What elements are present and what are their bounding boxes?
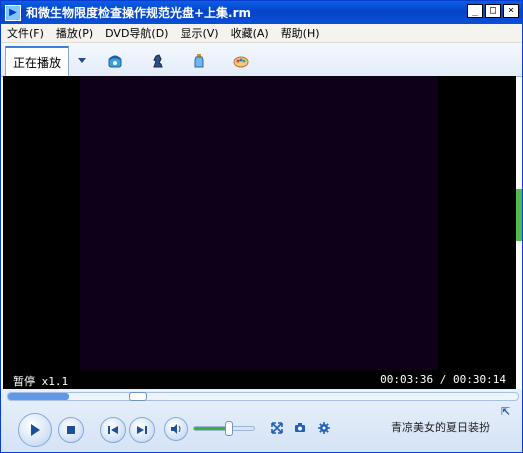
mini-mode-icon[interactable]: ⇱	[501, 405, 510, 418]
menu-bar: 文件(F) 播放(P) DVD导航(D) 显示(V) 收藏(A) 帮助(H)	[1, 24, 522, 43]
time-separator: /	[439, 373, 447, 386]
chess-knight-icon[interactable]	[150, 53, 166, 69]
seek-bar[interactable]	[7, 392, 519, 401]
mute-button[interactable]	[164, 417, 188, 441]
volume-thumb[interactable]	[225, 421, 233, 436]
current-time: 00:03:36	[380, 373, 434, 386]
menu-view[interactable]: 显示(V)	[174, 25, 224, 41]
speed-label: x1.1	[41, 375, 69, 388]
stop-icon	[67, 426, 75, 434]
close-button[interactable]: ×	[503, 4, 519, 18]
title-bar[interactable]: ▶ 和微生物限度检查操作规范光盘+上集.rm _ □ ×	[1, 1, 522, 24]
play-button[interactable]	[18, 413, 52, 447]
minimize-button[interactable]: _	[467, 4, 483, 18]
volume-slider[interactable]	[193, 421, 255, 436]
speaker-icon	[171, 424, 181, 434]
status-bar: 暂停 x1.1 00:03:36 / 00:30:14	[3, 370, 516, 389]
seek-thumb[interactable]	[129, 392, 147, 401]
menu-help[interactable]: 帮助(H)	[275, 25, 326, 41]
video-area[interactable]	[3, 76, 516, 370]
tab-dropdown-icon[interactable]	[78, 58, 86, 63]
tab-bar: 正在播放	[1, 43, 522, 77]
app-icon: ▶	[5, 4, 21, 21]
window-controls: _ □ ×	[467, 4, 519, 18]
menu-play[interactable]: 播放(P)	[50, 25, 99, 41]
now-playing-text: 青凉美女的夏日装扮	[391, 421, 490, 434]
phone-icon[interactable]	[107, 53, 123, 69]
state-label: 暂停	[13, 375, 35, 388]
camera-icon[interactable]	[294, 422, 306, 434]
playback-state: 暂停 x1.1	[13, 373, 68, 389]
window-title: 和微生物限度检查操作规范光盘+上集.rm	[26, 6, 252, 20]
menu-favorites[interactable]: 收藏(A)	[225, 25, 275, 41]
palette-icon[interactable]	[233, 53, 249, 69]
maximize-button[interactable]: □	[485, 4, 501, 18]
volume-level	[194, 427, 229, 430]
seek-progress	[8, 393, 69, 400]
menu-file[interactable]: 文件(F)	[1, 25, 50, 41]
side-panel-toggle[interactable]	[516, 189, 522, 241]
video-frame	[80, 76, 438, 370]
stop-button[interactable]	[58, 417, 84, 443]
control-panel: ⇱ 青凉美女的夏日装扮	[1, 389, 522, 452]
previous-button[interactable]	[100, 417, 126, 443]
next-button[interactable]	[129, 417, 155, 443]
total-time: 00:30:14	[453, 373, 506, 386]
time-display: 00:03:36 / 00:30:14	[380, 373, 506, 386]
menu-dvd-navigation[interactable]: DVD导航(D)	[99, 25, 174, 41]
tab-now-playing[interactable]: 正在播放	[5, 46, 69, 77]
play-icon	[31, 424, 40, 436]
player-window: ▶ 和微生物限度检查操作规范光盘+上集.rm _ □ × 文件(F) 播放(P)…	[0, 0, 523, 453]
bottle-icon[interactable]	[191, 53, 207, 69]
next-icon	[137, 426, 147, 434]
previous-icon	[108, 426, 118, 434]
fullscreen-icon[interactable]	[271, 422, 283, 434]
settings-gear-icon[interactable]	[318, 422, 330, 434]
